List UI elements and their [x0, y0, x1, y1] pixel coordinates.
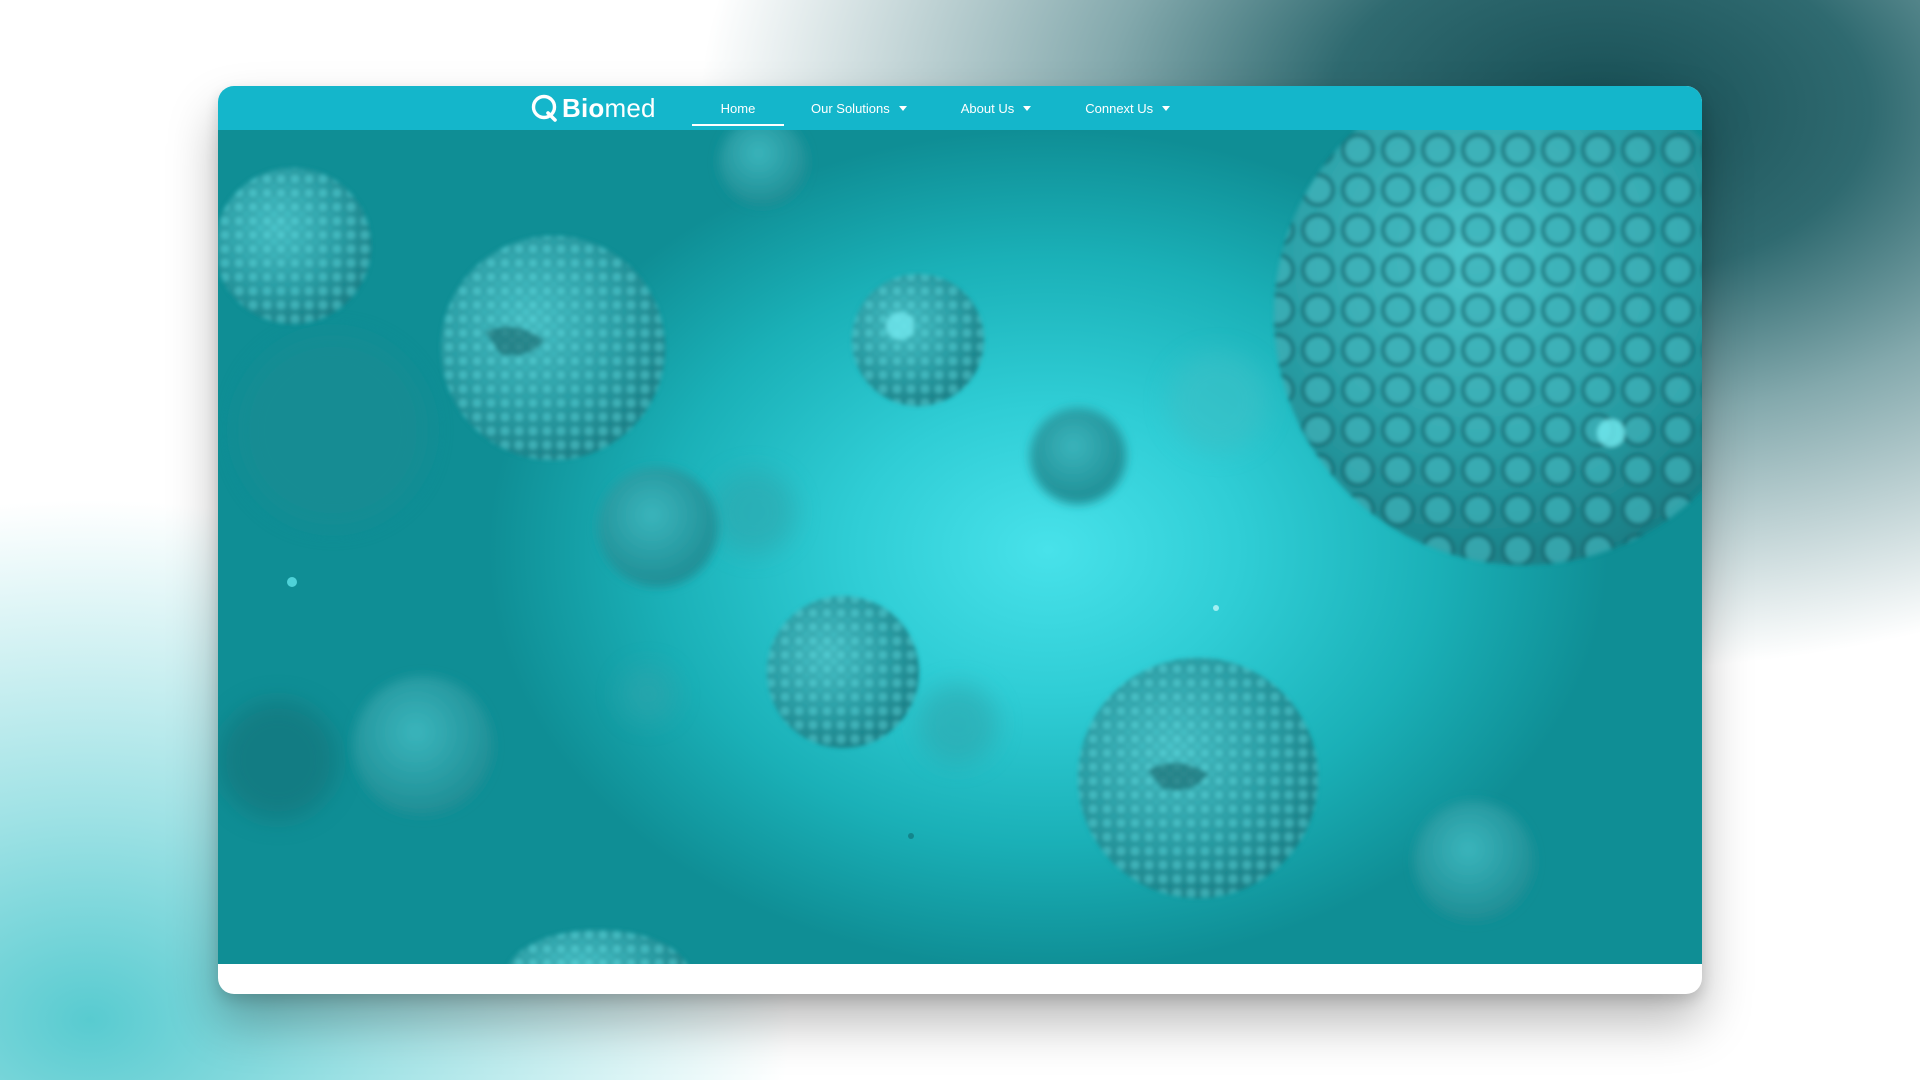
cells-illustration: [218, 130, 1702, 964]
caret-down-icon: [1023, 105, 1032, 111]
brand-logo[interactable]: Bio med: [530, 91, 656, 125]
nav-item-label: About Us: [960, 100, 1015, 116]
nav-item-label: Connext Us: [1085, 100, 1154, 116]
nav-item-connext-us[interactable]: Connext Us: [1085, 86, 1171, 130]
nav-item-home[interactable]: Home: [692, 86, 784, 130]
top-navigation-bar: Bio med Home Our Solutions About Us Conne…: [218, 86, 1702, 130]
caret-down-icon: [898, 105, 907, 111]
nav-item-label: Home: [720, 100, 756, 116]
brand-name-bold: Bio: [562, 92, 605, 123]
browser-window: Bio med Home Our Solutions About Us Conne…: [218, 86, 1702, 994]
q-ring-logo-icon: [531, 94, 557, 122]
main-menu: Home Our Solutions About Us Connext Us: [692, 86, 1171, 130]
nav-item-our-solutions[interactable]: Our Solutions: [811, 86, 907, 130]
microscopic-cells-hero-image: [218, 130, 1702, 964]
caret-down-icon: [1162, 105, 1171, 111]
nav-item-label: Our Solutions: [811, 100, 890, 116]
nav-item-about-us[interactable]: About Us: [960, 86, 1032, 130]
brand-name-light: med: [604, 92, 656, 123]
